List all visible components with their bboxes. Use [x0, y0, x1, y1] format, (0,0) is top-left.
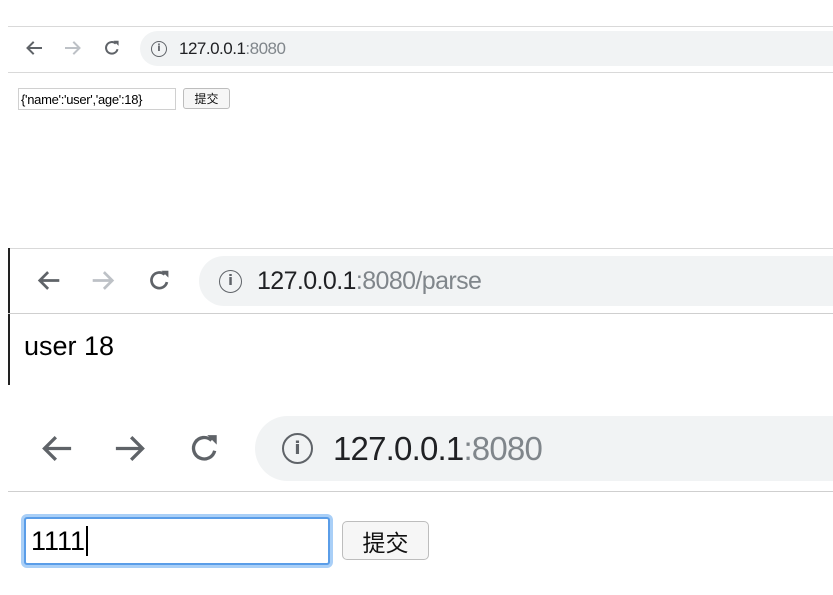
reload-button[interactable]: [146, 267, 173, 294]
address-bar[interactable]: i 127.0.0.1:8080: [255, 416, 833, 481]
submit-button[interactable]: 提交: [183, 88, 230, 109]
forward-button[interactable]: [90, 267, 117, 294]
info-icon: i: [219, 269, 242, 293]
input-value: 1111: [31, 525, 86, 556]
reload-button[interactable]: [102, 38, 122, 58]
info-icon: i: [282, 433, 313, 464]
top-divider: [8, 248, 833, 249]
window-left-edge: [8, 248, 10, 385]
address-bar[interactable]: i 127.0.0.1:8080: [140, 31, 833, 66]
forward-button[interactable]: [63, 38, 83, 58]
submit-button[interactable]: 提交: [342, 521, 429, 560]
url-text: 127.0.0.1:8080/parse: [257, 266, 482, 295]
back-button[interactable]: [24, 38, 44, 58]
back-arrow-icon: [35, 267, 62, 294]
reload-icon: [102, 38, 122, 58]
address-bar[interactable]: i 127.0.0.1:8080/parse: [199, 256, 833, 306]
info-icon: i: [151, 40, 167, 57]
toolbar-divider: [8, 491, 833, 492]
url-text: 127.0.0.1:8080: [333, 429, 543, 467]
forward-arrow-icon: [63, 38, 83, 58]
reload-icon: [146, 267, 173, 294]
back-arrow-icon: [24, 38, 44, 58]
reload-icon: [186, 430, 223, 467]
text-cursor: [86, 526, 89, 556]
back-button[interactable]: [35, 267, 62, 294]
browser-window-3: i 127.0.0.1:8080 1111 提交: [0, 395, 833, 595]
response-text: user 18: [24, 331, 115, 361]
text-input[interactable]: 1111: [24, 517, 330, 565]
browser-window-1: i 127.0.0.1:8080 {'name':'user','age':18…: [0, 0, 833, 130]
url-text: 127.0.0.1:8080: [179, 38, 286, 58]
reload-button[interactable]: [186, 430, 223, 467]
forward-arrow-icon: [90, 267, 117, 294]
browser-window-2: i 127.0.0.1:8080/parse user 18: [0, 247, 833, 385]
top-divider: [8, 26, 833, 27]
toolbar-divider: [8, 72, 833, 73]
back-arrow-icon: [38, 430, 75, 467]
toolbar-divider: [8, 313, 833, 314]
json-input[interactable]: {'name':'user','age':18}: [18, 88, 176, 110]
back-button[interactable]: [38, 430, 75, 467]
forward-arrow-icon: [112, 430, 149, 467]
forward-button[interactable]: [112, 430, 149, 467]
